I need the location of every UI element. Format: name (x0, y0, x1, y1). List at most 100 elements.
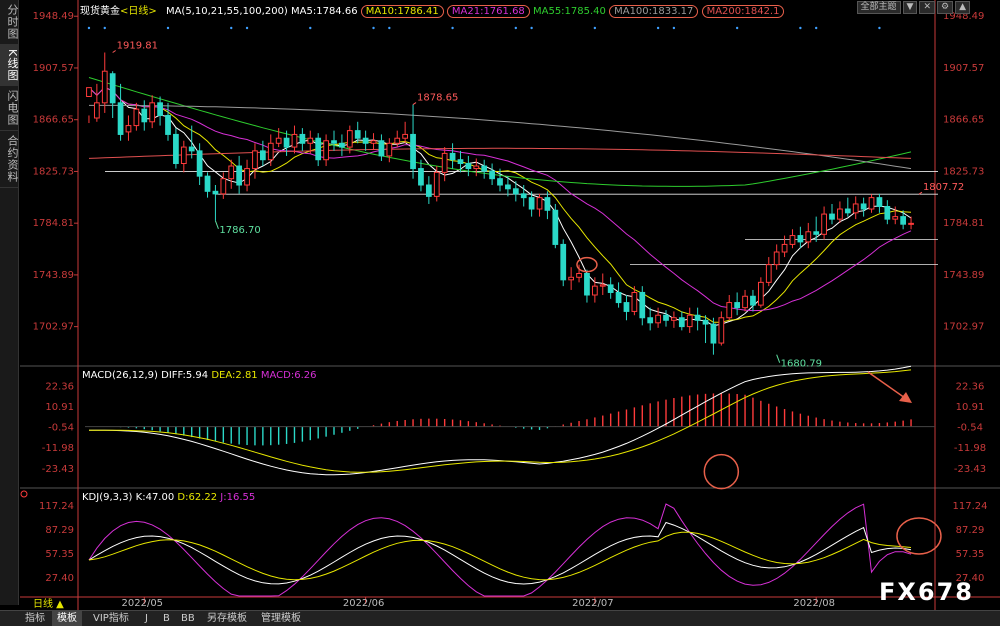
period-select[interactable]: 日线 ▲ (28, 597, 69, 612)
candle-body (599, 284, 606, 287)
candle-body (252, 150, 258, 170)
candle-body (821, 213, 827, 235)
ma100-value: MA100:1833.17 (609, 5, 699, 18)
macd-header: MACD(26,12,9) DIFF:5.94 DEA:2.81 MACD:6.… (82, 370, 316, 381)
candle-body (892, 216, 899, 220)
kdj-d: D:62.22 (177, 492, 218, 503)
candle-body (267, 142, 274, 161)
candle-body (457, 159, 464, 165)
tab-kline-chart[interactable]: K线图 (0, 45, 19, 87)
y-tick-label: 117.24 (39, 501, 74, 512)
y-tick-label: 27.40 (45, 573, 74, 584)
ma200-value: MA200:1842.1 (701, 5, 785, 18)
y-tick-label: 1866.65 (33, 115, 74, 126)
signal-dot (814, 26, 818, 30)
candle-body (568, 276, 575, 281)
candle-body (576, 273, 582, 278)
save-template-button[interactable]: 另存模板 (202, 611, 252, 626)
period-label: <日线> (120, 6, 157, 17)
signal-dot (87, 26, 91, 30)
candle-body (370, 140, 377, 144)
candle-body (354, 130, 361, 139)
candle-body (362, 137, 369, 144)
manage-template-button[interactable]: 管理模板 (256, 611, 306, 626)
candle-body (220, 178, 227, 195)
kdj-k: K:47.00 (135, 492, 175, 503)
candle-body (837, 208, 843, 220)
candle-body (410, 133, 416, 170)
candle-body (180, 146, 187, 165)
tab-bb[interactable]: BB (176, 611, 200, 626)
y-tick-label: 1743.89 (33, 270, 74, 281)
ma200-line (88, 147, 912, 159)
candle-body (204, 175, 211, 192)
kdj-j: J:16.55 (220, 492, 256, 503)
candle-body (884, 205, 891, 220)
ma10-value: MA10:1786.41 (360, 5, 444, 18)
x-tick-label: 2022/06 (343, 598, 385, 609)
candle-body (283, 137, 290, 148)
candle-body (425, 184, 432, 197)
y-tick-label: 57.35 (45, 549, 74, 560)
candle-body (418, 168, 424, 186)
signal-dot (245, 26, 249, 30)
candle-body (473, 165, 480, 170)
candle-body (497, 178, 503, 186)
candle-body (584, 273, 590, 296)
sidebar-tabs: 分时图 K线图 闪电图 合约资料 (0, 0, 19, 605)
candle-body (805, 231, 812, 243)
candle-body (663, 314, 669, 321)
tab-b[interactable]: B (158, 611, 175, 626)
candle-body (275, 137, 282, 144)
tab-templates[interactable]: 模板 (52, 611, 82, 626)
macd-diff: DIFF:5.94 (161, 370, 209, 381)
candle-body (702, 319, 709, 325)
candle-body (742, 295, 748, 309)
candle-body (678, 317, 685, 328)
candle-body (560, 243, 567, 281)
gear-icon[interactable]: ⚙ (937, 1, 954, 14)
candle-body (157, 102, 163, 116)
candle-body (441, 152, 448, 173)
candle-body (615, 291, 622, 304)
candle-body (868, 197, 875, 210)
theme-select[interactable]: 全部主题 (856, 1, 901, 14)
dropdown-icon[interactable]: ▼ (902, 1, 918, 14)
candle-body (331, 140, 337, 144)
tab-contract-info[interactable]: 合约资料 (0, 131, 19, 189)
close-icon[interactable]: ✕ (919, 1, 935, 14)
candle-body (750, 295, 756, 306)
candle-body (512, 188, 519, 195)
tab-time-chart[interactable]: 分时图 (0, 0, 19, 45)
kdj-k-line (88, 521, 912, 585)
ma-params: MA(5,10,21,55,100,200) (165, 6, 288, 17)
signal-dot (514, 26, 518, 30)
ma21-value: MA21:1761.68 (446, 5, 530, 18)
collapse-icon[interactable]: ▲ (955, 1, 970, 14)
watermark-logo: FX678 (879, 578, 974, 606)
y-tick-label: 1702.97 (943, 322, 984, 333)
price-annotation: 1807.72 (923, 182, 964, 193)
trend-arrow (867, 371, 906, 399)
macd-highlight-circle (703, 453, 740, 490)
tab-indicators[interactable]: 指标 (20, 611, 50, 626)
candle-body (900, 216, 907, 225)
candle-body (647, 317, 654, 324)
x-tick-label: 2022/05 (122, 598, 164, 609)
tab-tick-chart[interactable]: 闪电图 (0, 86, 19, 132)
candle-body (315, 137, 322, 161)
candle-body (734, 302, 741, 309)
y-tick-label: 22.36 (45, 381, 74, 392)
price-annotation: 1878.65 (417, 93, 458, 104)
candle-body (93, 102, 100, 119)
tab-j[interactable]: J (140, 611, 153, 626)
candle-body (544, 197, 551, 211)
signal-dot (451, 26, 454, 30)
candle-body (394, 137, 401, 144)
candle-body (536, 197, 543, 210)
tab-vip-indicators[interactable]: VIP指标 (88, 611, 134, 626)
y-tick-label: 10.91 (956, 402, 985, 413)
candle-body (781, 243, 788, 253)
signal-dot (878, 26, 881, 30)
price-annotation: 1680.79 (781, 359, 822, 370)
